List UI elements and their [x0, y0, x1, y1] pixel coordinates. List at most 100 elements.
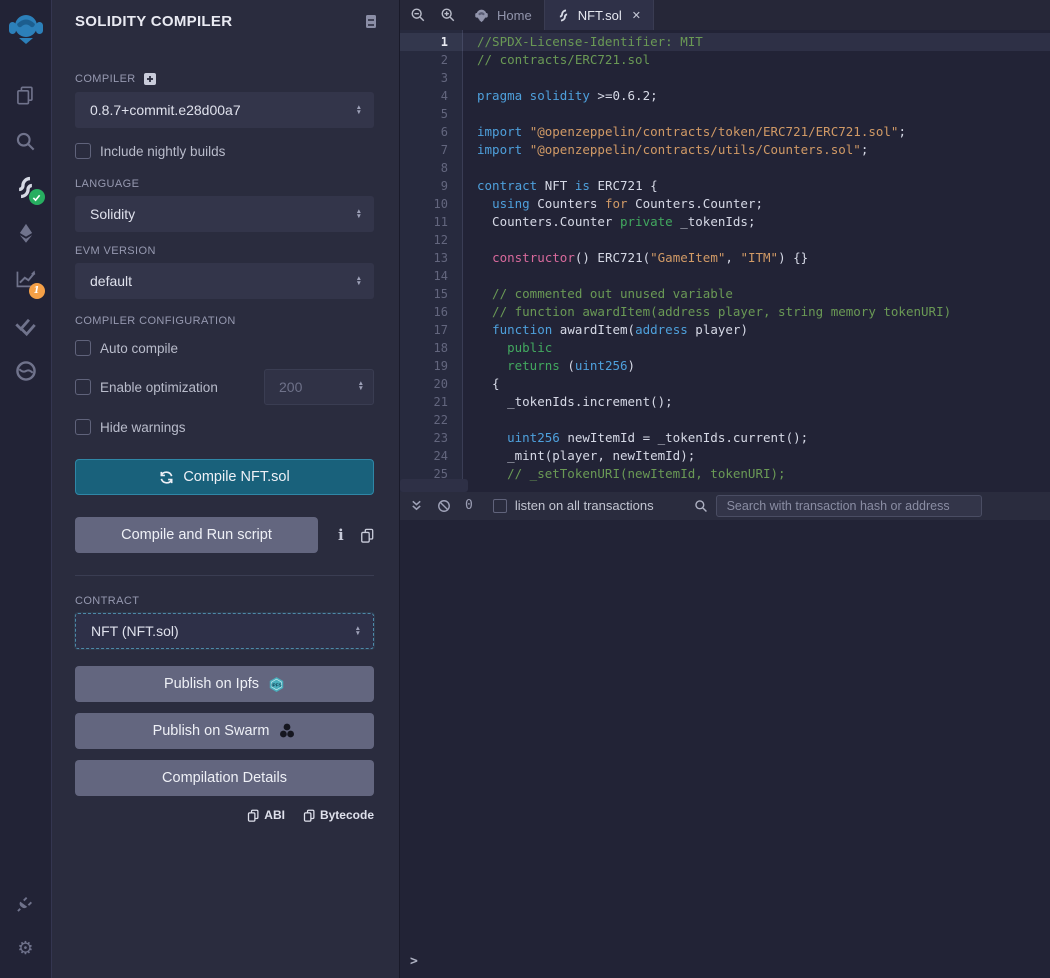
code-text: { [462, 375, 500, 393]
terminal-search-input[interactable] [716, 495, 982, 517]
terminal-prompt[interactable]: > [410, 954, 418, 969]
code-line[interactable]: 19 returns (uint256) [400, 357, 1050, 375]
code-line[interactable]: 13 constructor() ERC721("GameItem", "ITM… [400, 249, 1050, 267]
copy-abi-button[interactable]: ABI [247, 808, 285, 822]
publish-ipfs-button[interactable]: Publish on Ipfs IPFS [75, 666, 374, 702]
sidebar-icon-file-explorer[interactable] [0, 72, 52, 118]
docs-icon[interactable] [363, 13, 379, 30]
code-line[interactable]: 10 using Counters for Counters.Counter; [400, 195, 1050, 213]
code-line[interactable]: 18 public [400, 339, 1050, 357]
compile-and-run-button[interactable]: Compile and Run script [75, 517, 318, 553]
chevron-updown-icon: ▲▼ [356, 105, 362, 115]
close-tab-icon[interactable]: ✕ [632, 9, 641, 22]
sidebar-icon-plugin-circle[interactable] [0, 348, 52, 394]
enable-optimization-checkbox[interactable] [75, 379, 91, 395]
sidebar-icon-plugin-manager[interactable] [0, 880, 52, 926]
code-text: _tokenIds.increment(); [462, 393, 673, 411]
contract-select[interactable]: NFT (NFT.sol) ▲▼ [75, 613, 374, 649]
horizontal-scrollbar[interactable] [400, 479, 1050, 492]
code-text: public [462, 339, 552, 357]
add-custom-compiler-icon[interactable] [143, 72, 157, 86]
code-line[interactable]: 6import "@openzeppelin/contracts/token/E… [400, 123, 1050, 141]
clear-console-icon[interactable] [437, 499, 451, 513]
terminal-output[interactable]: > [400, 520, 1050, 978]
tab-home[interactable]: Home [462, 0, 545, 30]
code-text: constructor() ERC721("GameItem", "ITM") … [462, 249, 808, 267]
code-line[interactable]: 22 [400, 411, 1050, 429]
code-line[interactable]: 14 [400, 267, 1050, 285]
tab-bar: Home NFT.sol ✕ [400, 0, 1050, 30]
line-number: 8 [400, 159, 462, 177]
code-text: import "@openzeppelin/contracts/token/ER… [462, 123, 906, 141]
hide-warnings-row[interactable]: Hide warnings [75, 419, 374, 435]
code-line[interactable]: 2// contracts/ERC721.sol [400, 51, 1050, 69]
auto-compile-row[interactable]: Auto compile [75, 340, 374, 356]
nightly-builds-checkbox[interactable] [75, 143, 91, 159]
line-number: 22 [400, 411, 462, 429]
icon-rail: 1 ⚙ [0, 0, 52, 978]
code-line[interactable]: 21 _tokenIds.increment(); [400, 393, 1050, 411]
remix-logo-icon [8, 10, 44, 50]
line-number: 24 [400, 447, 462, 465]
contract-section-label: CONTRACT [75, 595, 374, 607]
line-number: 20 [400, 375, 462, 393]
code-line[interactable]: 15 // commented out unused variable [400, 285, 1050, 303]
auto-compile-checkbox[interactable] [75, 340, 91, 356]
code-line[interactable]: 12 [400, 231, 1050, 249]
code-line[interactable]: 5 [400, 105, 1050, 123]
sidebar-icon-search[interactable] [0, 118, 52, 164]
remix-logo[interactable] [0, 2, 52, 58]
zoom-in-icon[interactable] [440, 7, 456, 23]
code-text: returns (uint256) [462, 357, 635, 375]
sidebar-icon-settings[interactable]: ⚙ [0, 926, 52, 970]
tab-nft-sol[interactable]: NFT.sol ✕ [545, 0, 654, 30]
listen-all-transactions-checkbox[interactable] [493, 499, 507, 513]
code-line[interactable]: 17 function awardItem(address player) [400, 321, 1050, 339]
sidebar-icon-solidity-compiler[interactable] [0, 164, 52, 210]
hide-warnings-checkbox[interactable] [75, 419, 91, 435]
code-text: // function awardItem(address player, st… [462, 303, 951, 321]
copy-icon[interactable] [360, 528, 374, 543]
compile-button[interactable]: Compile NFT.sol [75, 459, 374, 495]
copy-bytecode-button[interactable]: Bytecode [303, 808, 374, 822]
language-select[interactable]: Solidity ▲▼ [75, 196, 374, 232]
chevron-updown-icon: ▲▼ [355, 626, 361, 636]
code-line[interactable]: 9contract NFT is ERC721 { [400, 177, 1050, 195]
code-line[interactable]: 16 // function awardItem(address player,… [400, 303, 1050, 321]
code-line[interactable]: 3 [400, 69, 1050, 87]
swarm-icon [278, 722, 296, 740]
sidebar-icon-deploy-run[interactable] [0, 210, 52, 256]
compilation-details-button[interactable]: Compilation Details [75, 760, 374, 796]
zoom-out-icon[interactable] [410, 7, 426, 23]
code-line[interactable]: 4pragma solidity >=0.6.2; [400, 87, 1050, 105]
code-text: Counters.Counter private _tokenIds; [462, 213, 755, 231]
code-line[interactable]: 23 uint256 newItemId = _tokenIds.current… [400, 429, 1050, 447]
expand-terminal-icon[interactable] [410, 499, 423, 512]
plug-icon [15, 893, 36, 914]
line-number: 5 [400, 105, 462, 123]
nightly-builds-row[interactable]: Include nightly builds [75, 143, 374, 159]
line-number: 9 [400, 177, 462, 195]
sidebar-icon-plugin-chart[interactable]: 1 [0, 256, 52, 302]
code-editor[interactable]: 1//SPDX-License-Identifier: MIT2// contr… [400, 30, 1050, 492]
evm-version-select[interactable]: default ▲▼ [75, 263, 374, 299]
divider [75, 575, 374, 576]
code-line[interactable]: 24 _mint(player, newItemId); [400, 447, 1050, 465]
code-line[interactable]: 11 Counters.Counter private _tokenIds; [400, 213, 1050, 231]
info-icon[interactable]: i [338, 526, 344, 544]
ethereum-icon [15, 222, 37, 244]
code-line[interactable]: 7import "@openzeppelin/contracts/utils/C… [400, 141, 1050, 159]
sidebar-icon-static-analysis[interactable] [0, 302, 52, 348]
code-line[interactable]: 1//SPDX-License-Identifier: MIT [400, 33, 1050, 51]
line-number: 21 [400, 393, 462, 411]
code-line[interactable]: 8 [400, 159, 1050, 177]
code-line[interactable]: 20 { [400, 375, 1050, 393]
compiler-version-select[interactable]: 0.8.7+commit.e28d00a7 ▲▼ [75, 92, 374, 128]
files-icon [15, 85, 36, 106]
scrollbar-thumb[interactable] [400, 479, 468, 492]
enable-optimization-row[interactable]: Enable optimization [75, 379, 218, 395]
line-number: 12 [400, 231, 462, 249]
copy-icon [303, 809, 315, 822]
publish-swarm-button[interactable]: Publish on Swarm [75, 713, 374, 749]
svg-text:IPFS: IPFS [271, 682, 281, 687]
